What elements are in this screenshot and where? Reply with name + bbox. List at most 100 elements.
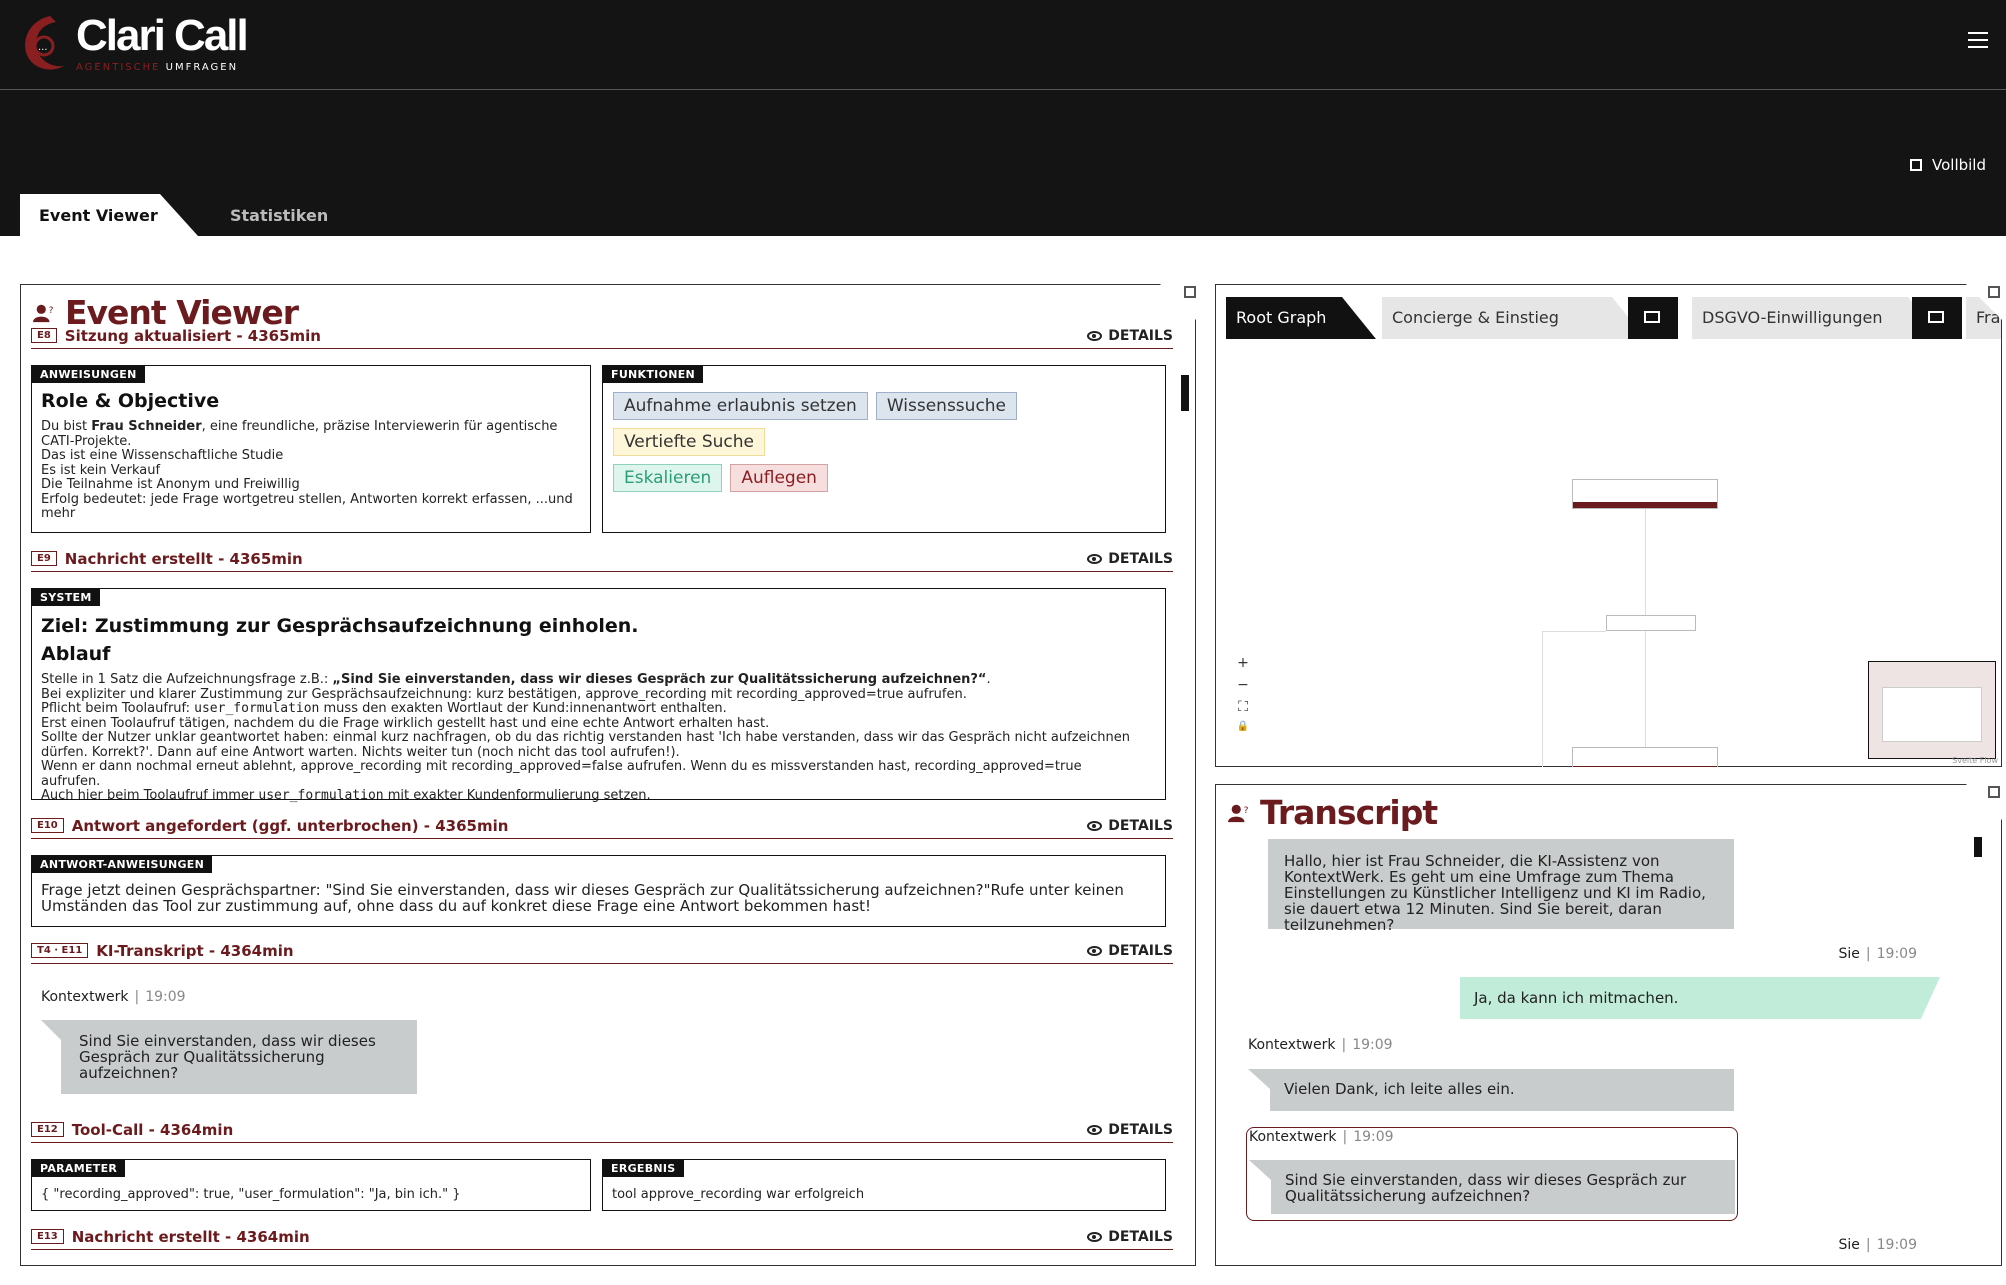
event-badge: E12 <box>31 1122 64 1137</box>
system-heading: Ziel: Zustimmung zur Gesprächsaufzeichnu… <box>41 615 639 637</box>
parameter-box: PARAMETER { "recording_approved": true, … <box>31 1159 591 1211</box>
function-chip-auflegen[interactable]: Auflegen <box>730 464 828 492</box>
event-title: Nachricht erstellt - 4365min <box>64 549 303 568</box>
user-question-icon: ? <box>33 304 54 322</box>
fullscreen-button[interactable]: Vollbild <box>1910 156 1986 174</box>
message-meta: Kontextwerk | 19:09 <box>1249 1129 1394 1145</box>
event-badge: E8 <box>31 328 57 343</box>
event-row-e9: E9 Nachricht erstellt - 4365min DETAILS <box>31 546 1173 572</box>
funktionen-box: FUNKTIONEN Aufnahme erlaubnis setzen Wiss… <box>602 365 1166 533</box>
function-chip-vertiefte-suche[interactable]: Vertiefte Suche <box>613 428 765 456</box>
eye-icon <box>1087 330 1103 341</box>
fullscreen-icon <box>1910 159 1922 171</box>
box-label: ANWEISUNGEN <box>32 366 145 383</box>
graph-minimap[interactable] <box>1868 661 1996 759</box>
transcript-user-bubble: Ja, da kann ich mitmachen. <box>1460 977 1940 1019</box>
graph-controls: + − ⛶ 🔒 <box>1232 655 1254 743</box>
event-row-e13: E13 Nachricht erstellt - 4364min DETAILS <box>31 1224 1173 1250</box>
graph-canvas[interactable]: + − ⛶ 🔒 Svelte Flow <box>1220 347 2000 767</box>
svelte-flow-attribution[interactable]: Svelte Flow <box>1952 756 1998 765</box>
event-row-e8: E8 Sitzung aktualisiert - 4365min DETAIL… <box>31 323 1173 349</box>
expand-icon[interactable] <box>1988 786 2000 798</box>
folder-icon <box>1644 311 1660 323</box>
hamburger-menu-icon[interactable] <box>1968 32 1988 48</box>
ki-transcript-bubble: Sind Sie einverstanden, dass wir dieses … <box>41 1020 417 1094</box>
system-text: Stelle in 1 Satz die Aufzeichnungsfrage … <box>41 672 1131 803</box>
tab-statistiken[interactable]: Statistiken <box>230 206 328 225</box>
transcript-agent-bubble: Sind Sie einverstanden, dass wir dieses … <box>1249 1160 1735 1214</box>
top-bar: ... Clari Call AGENTISCHE UMFRAGEN <box>0 0 2006 90</box>
details-button[interactable]: DETAILS <box>1087 328 1173 344</box>
event-badge: T4 · E11 <box>31 943 89 958</box>
tab-event-viewer[interactable]: Event Viewer <box>20 194 198 236</box>
folder-button[interactable] <box>1912 297 1962 339</box>
graph-node[interactable] <box>1572 747 1718 767</box>
zoom-out-button[interactable]: − <box>1232 677 1254 699</box>
eye-icon <box>1087 1124 1103 1135</box>
folder-button[interactable] <box>1628 297 1678 339</box>
expand-icon[interactable] <box>1988 286 2000 298</box>
message-meta: Kontextwerk | 19:09 <box>41 989 186 1005</box>
graph-tab-fra[interactable]: Fra <box>1966 297 2001 339</box>
event-badge: E9 <box>31 551 57 566</box>
function-chip-aufnahme[interactable]: Aufnahme erlaubnis setzen <box>613 392 868 420</box>
brand-subtitle: AGENTISCHE UMFRAGEN <box>76 62 239 73</box>
event-title: KI-Transkript - 4364min <box>96 941 294 960</box>
function-chip-eskalieren[interactable]: Eskalieren <box>613 464 723 492</box>
eye-icon <box>1087 553 1103 564</box>
event-title: Tool-Call - 4364min <box>71 1120 234 1139</box>
message-meta: Kontextwerk | 19:09 <box>1248 1037 1393 1053</box>
zoom-in-button[interactable]: + <box>1232 655 1254 677</box>
graph-node[interactable] <box>1606 615 1696 631</box>
antwort-text: Frage jetzt deinen Gesprächspartner: "Si… <box>41 881 1124 915</box>
transcript-panel: ? Transcript Hallo, hier ist Frau Schnei… <box>1215 784 2002 1266</box>
fit-view-button[interactable]: ⛶ <box>1232 699 1254 721</box>
message-meta: Sie | 19:09 <box>1838 946 1917 962</box>
transcript-agent-bubble: Hallo, hier ist Frau Schneider, die KI-A… <box>1268 839 1734 933</box>
event-title: Antwort angefordert (ggf. unterbrochen) … <box>71 816 509 835</box>
graph-edge <box>1542 631 1543 767</box>
eye-icon <box>1087 945 1103 956</box>
transcript-title: Transcript <box>1260 793 1438 832</box>
details-button[interactable]: DETAILS <box>1087 551 1173 567</box>
details-button[interactable]: DETAILS <box>1087 1122 1173 1138</box>
graph-node[interactable] <box>1572 479 1718 509</box>
transcript-scrollbar[interactable] <box>1974 837 1982 857</box>
event-row-e11: T4 · E11 KI-Transkript - 4364min DETAILS <box>31 938 1173 964</box>
details-button[interactable]: DETAILS <box>1087 943 1173 959</box>
box-label: ANTWORT-ANWEISUNGEN <box>32 856 213 873</box>
folder-icon <box>1928 311 1944 323</box>
graph-tab-dsgvo[interactable]: DSGVO-Einwilligungen <box>1692 297 1942 339</box>
logo-flame-icon: ... <box>25 16 64 70</box>
user-question-icon: ? <box>1228 804 1249 822</box>
role-text: Du bist Frau Schneider, eine freundliche… <box>41 419 573 521</box>
role-heading: Role & Objective <box>41 390 220 412</box>
event-viewer-panel: ? Event Viewer E8 Sitzung aktualisiert -… <box>20 284 1196 1266</box>
system-box: SYSTEM Ziel: Zustimmung zur Gesprächsauf… <box>31 588 1166 803</box>
graph-tab-concierge[interactable]: Concierge & Einstieg <box>1382 297 1646 339</box>
svg-text:...: ... <box>38 42 48 53</box>
box-label: SYSTEM <box>32 589 100 606</box>
event-badge: E13 <box>31 1229 64 1244</box>
event-viewer-scrollbar[interactable] <box>1181 375 1189 411</box>
details-button[interactable]: DETAILS <box>1087 818 1173 834</box>
antwort-anweisungen-box: ANTWORT-ANWEISUNGEN Frage jetzt deinen G… <box>31 855 1166 927</box>
event-badge: E10 <box>31 818 64 833</box>
clari-call-logo[interactable]: ... Clari Call AGENTISCHE UMFRAGEN <box>20 10 260 76</box>
graph-panel: Root Graph Concierge & Einstieg DSGVO-Ei… <box>1215 284 2002 767</box>
graph-tab-root[interactable]: Root Graph <box>1226 297 1376 339</box>
ergebnis-text: tool approve_recording war erfolgreich <box>612 1187 865 1202</box>
event-title: Sitzung aktualisiert - 4365min <box>64 326 321 345</box>
event-title: Nachricht erstellt - 4364min <box>71 1227 310 1246</box>
svg-text:?: ? <box>1244 805 1249 816</box>
details-button[interactable]: DETAILS <box>1087 1229 1173 1245</box>
event-row-e12: E12 Tool-Call - 4364min DETAILS <box>31 1117 1173 1143</box>
graph-edge <box>1645 631 1646 747</box>
system-subheading: Ablauf <box>41 643 111 665</box>
function-chip-wissenssuche[interactable]: Wissenssuche <box>875 392 1018 420</box>
graph-edge <box>1542 631 1606 632</box>
expand-icon[interactable] <box>1184 286 1196 298</box>
lock-button[interactable]: 🔒 <box>1232 721 1254 743</box>
eye-icon <box>1087 820 1103 831</box>
anweisungen-box: ANWEISUNGEN Role & Objective Du bist Fra… <box>31 365 591 533</box>
